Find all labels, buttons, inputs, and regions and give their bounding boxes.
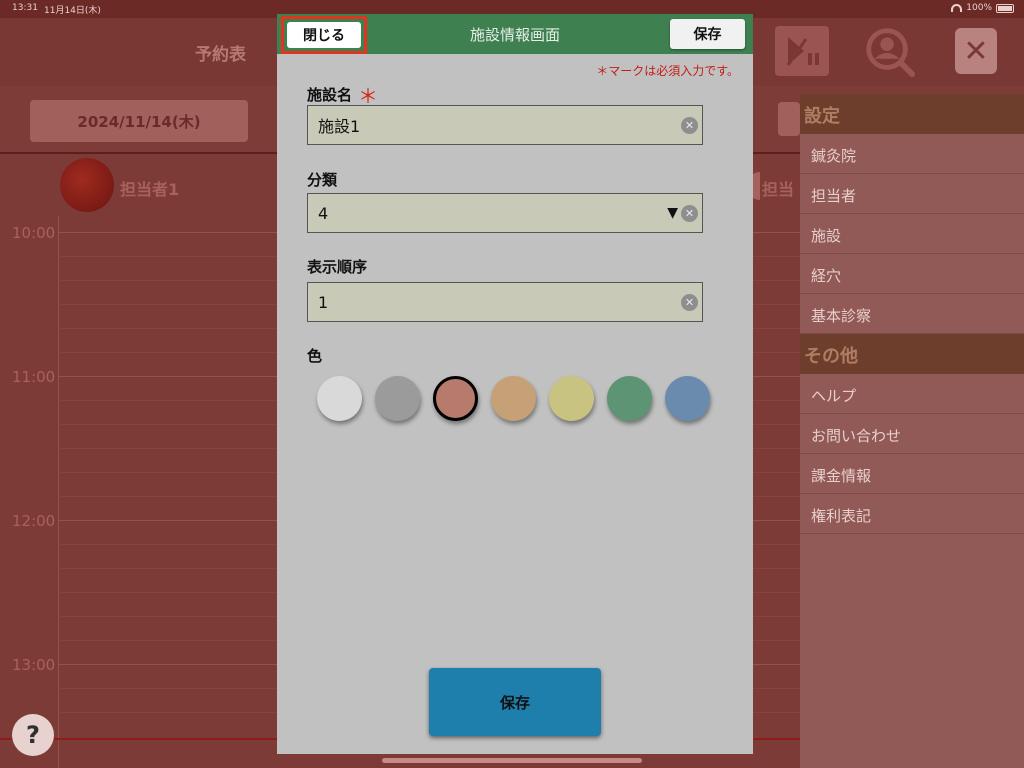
menu-item-facility[interactable]: 施設 [800,214,1024,254]
search-staff-button[interactable] [862,26,916,77]
color-swatch-3[interactable] [433,376,478,421]
help-button[interactable]: ? [12,714,54,756]
color-swatch-1[interactable] [317,376,362,421]
user-search-icon [866,28,916,77]
time-label: 13:00 [12,656,56,674]
facility-name-input[interactable]: 施設1 ✕ [307,105,703,145]
refresh-button[interactable] [778,102,800,136]
required-note: ＊マークは必須入力です。 [596,64,739,78]
header-save-button[interactable]: 保存 [670,19,745,49]
color-swatch-4[interactable] [491,376,536,421]
menu-item-help[interactable]: ヘルプ [800,374,1024,414]
play-pause-icon [786,37,819,66]
staff-avatar [60,158,114,212]
menu-item-staff[interactable]: 担当者 [800,174,1024,214]
display-order-label: 表示順序 [307,258,368,276]
play-pause-button[interactable] [775,26,829,76]
wifi-icon [951,4,963,12]
battery-percent: 100% [966,3,992,13]
time-label: 10:00 [12,224,56,242]
home-indicator [382,758,642,763]
color-swatch-2[interactable] [375,376,420,421]
modal-header: 施設情報画面 閉じる 保存 [277,14,753,54]
date-selector[interactable]: 2024/11/14(木) [30,100,248,142]
category-label: 分類 [307,171,338,189]
close-button[interactable]: 閉じる [281,16,367,54]
color-swatch-6[interactable] [607,376,652,421]
staff-name: 担当者1 [120,180,180,199]
color-swatch-7[interactable] [665,376,710,421]
battery-icon [996,3,1014,13]
status-time: 13:31 [12,3,38,13]
staff-name-2: 担当 [762,180,795,199]
menu-item-contact[interactable]: お問い合わせ [800,414,1024,454]
menu-section-settings: 設定 [800,94,1024,134]
menu-item-basic-exam[interactable]: 基本診察 [800,294,1024,334]
time-label: 12:00 [12,512,56,530]
dropdown-arrow-icon: ▼ [667,205,678,221]
menu-item-acupoint[interactable]: 経穴 [800,254,1024,294]
clear-icon[interactable]: ✕ [681,294,698,311]
menu-item-billing[interactable]: 課金情報 [800,454,1024,494]
close-button-label: 閉じる [287,22,361,48]
color-swatches [317,376,710,421]
color-swatch-5[interactable] [549,376,594,421]
app-title: 予約表 [195,45,246,65]
category-select[interactable]: 4 ▼ ✕ [307,193,703,233]
clear-icon[interactable]: ✕ [681,205,698,222]
time-label: 11:00 [12,368,56,386]
clear-icon[interactable]: ✕ [681,117,698,134]
display-order-input[interactable]: 1 ✕ [307,282,703,322]
color-label: 色 [307,347,323,365]
side-menu: 設定 鍼灸院 担当者 施設 経穴 基本診察 その他 ヘルプ お問い合わせ 課金情… [800,94,1024,768]
menu-section-other: その他 [800,334,1024,374]
close-app-button[interactable]: ✕ [955,28,997,74]
facility-info-modal: 施設情報画面 閉じる 保存 ＊マークは必須入力です。 施設名＊ 施設1 ✕ 分類… [277,14,753,754]
save-button[interactable]: 保存 [429,668,601,736]
status-date: 11月14日(木) [44,6,101,16]
menu-item-clinic[interactable]: 鍼灸院 [800,134,1024,174]
menu-item-legal[interactable]: 権利表記 [800,494,1024,534]
